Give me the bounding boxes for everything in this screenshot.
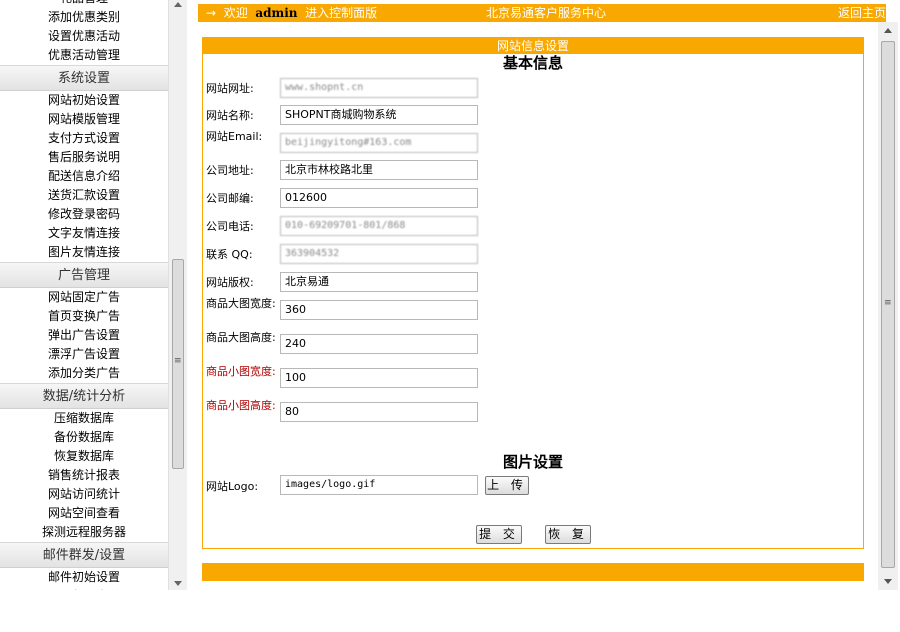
text-field[interactable]: 240 (280, 334, 478, 354)
sidebar-item[interactable]: 压缩数据库 (0, 409, 168, 428)
sidebar-item[interactable]: 漂浮广告设置 (0, 345, 168, 364)
arrow-icon: → (206, 6, 217, 20)
scroll-down-arrow-icon[interactable] (884, 579, 892, 584)
sidebar-item[interactable]: 邮件初始设置 (0, 568, 168, 587)
sidebar-item[interactable]: 配送信息介绍 (0, 167, 168, 186)
site-info-form: 网站信息设置 基本信息 网站网址: www.shopnt.cn 网站名称: SHOPN… (202, 37, 864, 549)
left-menu: 礼品管理添加优惠类别设置优惠活动优惠活动管理系统设置网站初始设置网站模版管理支付… (0, 0, 168, 590)
text-field[interactable]: 360 (280, 300, 478, 320)
sidebar-item[interactable]: 支付方式设置 (0, 129, 168, 148)
submit-button[interactable]: 提 交 (476, 525, 522, 544)
text-field[interactable]: 012600 (280, 188, 478, 208)
field-label: 商品大图高度: (206, 331, 276, 344)
text-field[interactable]: 363904532 (280, 244, 478, 264)
sidebar-section-header[interactable]: 邮件群发/设置 (0, 542, 168, 568)
scroll-up-arrow-icon[interactable] (884, 28, 892, 33)
field-label: 商品小图高度: (206, 399, 276, 412)
sidebar-item[interactable]: 网站空间查看 (0, 504, 168, 523)
home-link[interactable]: 返回主页 (838, 4, 886, 22)
basic-info-title: 基本信息 (502, 54, 563, 72)
bottom-bar (202, 563, 864, 581)
logo-label: 网站Logo: (206, 480, 259, 493)
field-label: 商品大图宽度: (206, 297, 276, 310)
sidebar-item[interactable]: 优惠活动管理 (0, 46, 168, 65)
sidebar-item[interactable]: 网站初始设置 (0, 91, 168, 110)
reset-button[interactable]: 恢 复 (545, 525, 591, 544)
welcome-suffix: 进入控制面版 (305, 6, 378, 20)
text-field[interactable]: 北京市林校路北里 (280, 160, 478, 180)
picture-settings-title: 图片设置 (502, 453, 563, 471)
sidebar-item[interactable]: 探测远程服务器 (0, 523, 168, 542)
sidebar-item[interactable]: 网站模版管理 (0, 110, 168, 129)
service-center-title: 北京易通客户服务中心 (486, 6, 607, 20)
welcome-text: → 欢迎 admin 进入控制面版 (206, 4, 377, 22)
field-label: 网站Email: (206, 130, 263, 143)
grip-icon: ≡ (174, 356, 182, 366)
text-field[interactable]: 80 (280, 402, 478, 422)
sidebar-item[interactable]: 文字友情连接 (0, 224, 168, 243)
sidebar-item[interactable]: 恢复数据库 (0, 447, 168, 466)
scroll-down-arrow-icon[interactable] (174, 581, 182, 586)
left-nav-frame: 礼品管理添加优惠类别设置优惠活动优惠活动管理系统设置网站初始设置网站模版管理支付… (0, 0, 187, 590)
field-label: 商品小图宽度: (206, 365, 276, 378)
text-field[interactable]: SHOPNT商城购物系统 (280, 105, 478, 125)
sidebar-section-header[interactable]: 数据/统计分析 (0, 383, 168, 409)
content-frame: → 欢迎 admin 进入控制面版 北京易通客户服务中心 返回主页 网站信息设置… (187, 0, 900, 590)
sidebar-item[interactable]: 图片友情连接 (0, 243, 168, 262)
sidebar-item[interactable]: 送货汇款设置 (0, 186, 168, 205)
field-label: 网站网址: (206, 82, 254, 95)
welcome-prefix: 欢迎 (223, 6, 248, 20)
content-scrollbar[interactable]: ≡ (878, 22, 898, 590)
scroll-up-arrow-icon[interactable] (174, 2, 182, 7)
field-label: 联系 QQ: (206, 248, 253, 261)
top-bar: → 欢迎 admin 进入控制面版 北京易通客户服务中心 返回主页 (198, 4, 886, 22)
field-label: 公司邮编: (206, 192, 254, 205)
sidebar-item[interactable]: 弹出广告设置 (0, 326, 168, 345)
content-scrollbar-thumb[interactable]: ≡ (881, 41, 895, 568)
sidebar-item[interactable]: 订阅邮件查看 (0, 587, 168, 590)
left-scrollbar-thumb[interactable]: ≡ (172, 259, 184, 469)
text-field[interactable]: beijingyitong#163.com (280, 133, 478, 153)
sidebar-item[interactable]: 网站固定广告 (0, 288, 168, 307)
sidebar-item[interactable]: 网站访问统计 (0, 485, 168, 504)
field-label: 网站版权: (206, 276, 254, 289)
field-label: 公司地址: (206, 164, 254, 177)
sidebar-item[interactable]: 礼品管理 (0, 0, 168, 8)
sidebar-item[interactable]: 销售统计报表 (0, 466, 168, 485)
sidebar-item[interactable]: 添加优惠类别 (0, 8, 168, 27)
left-scrollbar[interactable]: ≡ (168, 0, 187, 590)
sidebar-item[interactable]: 首页变换广告 (0, 307, 168, 326)
field-label: 网站名称: (206, 109, 254, 122)
logo-field[interactable]: images/logo.gif (280, 475, 478, 495)
sidebar-item[interactable]: 备份数据库 (0, 428, 168, 447)
sidebar-section-header[interactable]: 广告管理 (0, 262, 168, 288)
username: admin (255, 6, 298, 20)
sidebar-item[interactable]: 添加分类广告 (0, 364, 168, 383)
upload-button[interactable]: 上 传 (485, 476, 529, 495)
text-field[interactable]: 北京易通 (280, 272, 478, 292)
grip-icon: ≡ (884, 298, 892, 308)
sidebar-item[interactable]: 修改登录密码 (0, 205, 168, 224)
field-label: 公司电话: (206, 220, 254, 233)
text-field[interactable]: 100 (280, 368, 478, 388)
sidebar-section-header[interactable]: 系统设置 (0, 65, 168, 91)
text-field[interactable]: www.shopnt.cn (280, 78, 478, 98)
text-field[interactable]: 010-69209701-801/868 (280, 216, 478, 236)
sidebar-item[interactable]: 售后服务说明 (0, 148, 168, 167)
sidebar-item[interactable]: 设置优惠活动 (0, 27, 168, 46)
